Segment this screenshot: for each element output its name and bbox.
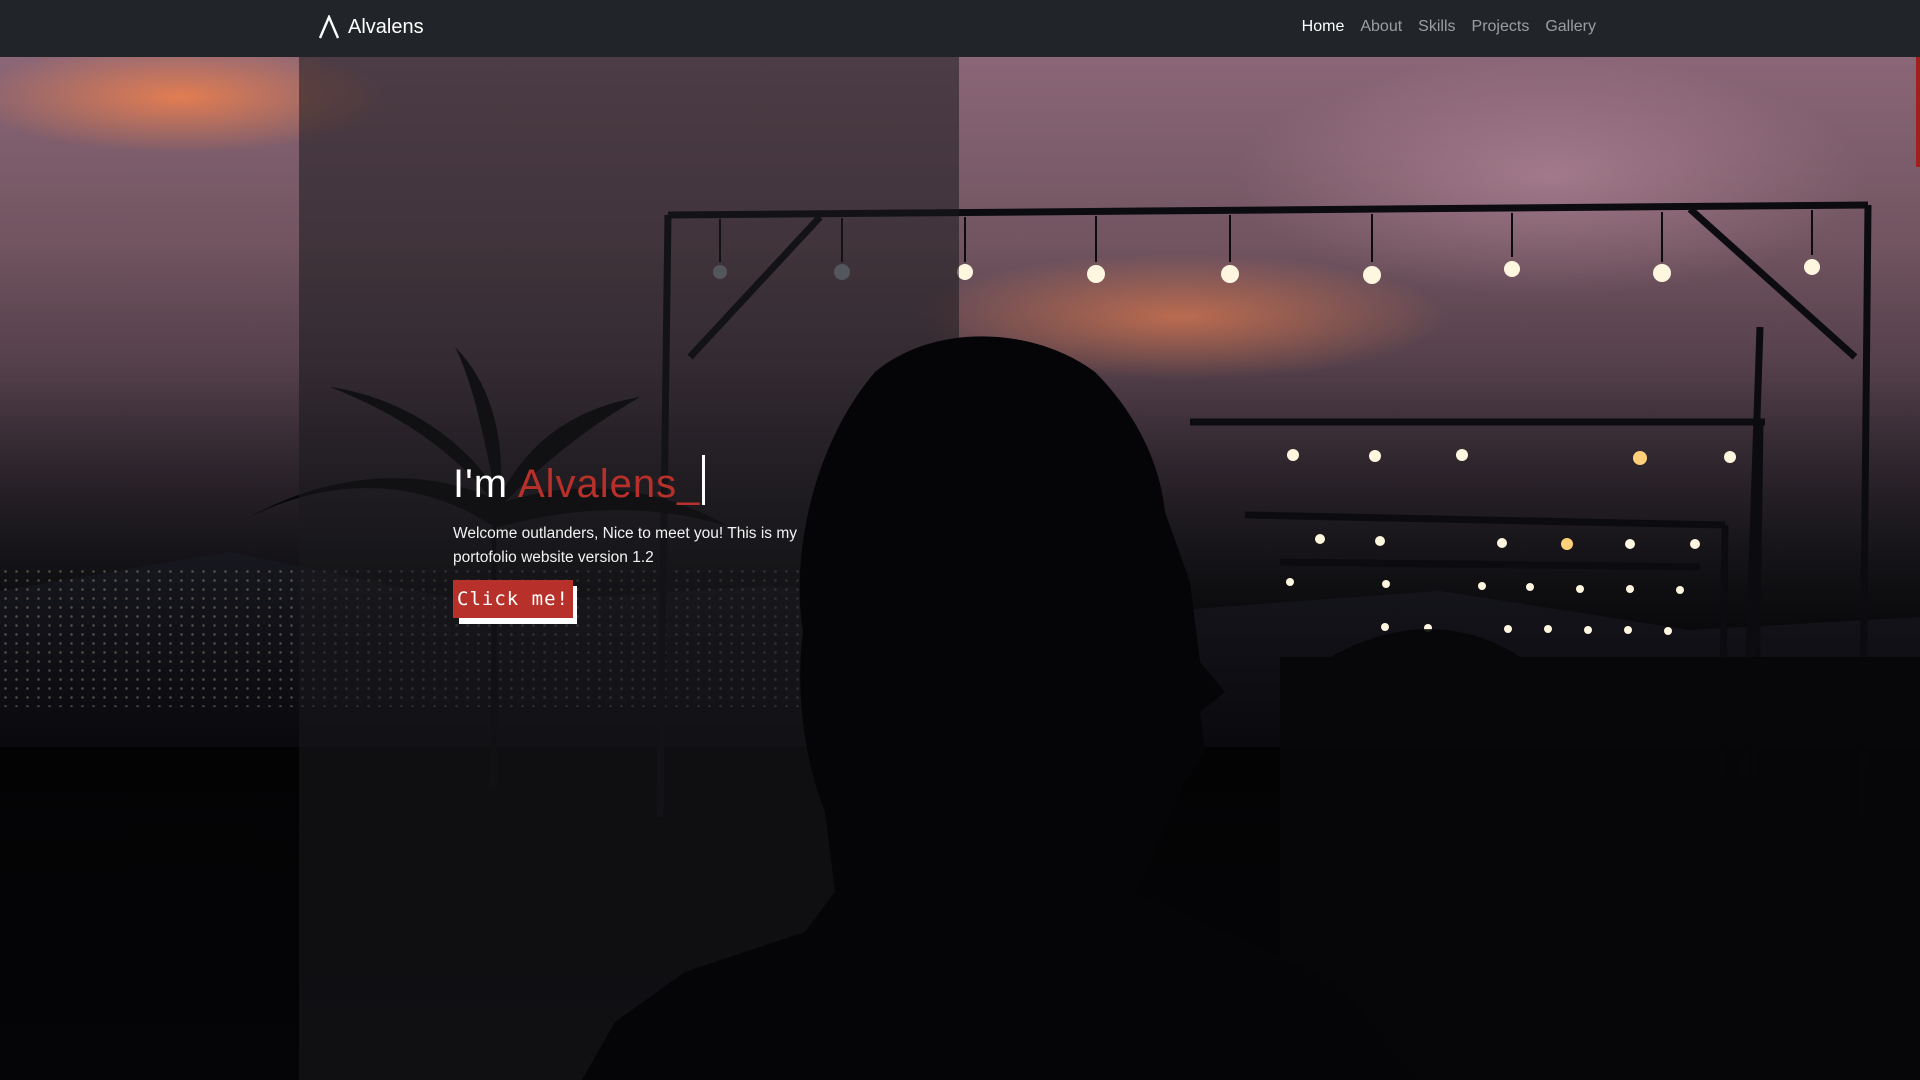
hero-section: I'm Alvalens_ Welcome outlanders, Nice t… [0,57,1920,1080]
lambda-logo-icon [318,15,340,39]
brand-name: Alvalens [348,15,424,38]
cta-wrapper: Click me! [453,580,577,624]
nav-link-gallery[interactable]: Gallery [1545,18,1596,36]
nav-link-home[interactable]: Home [1302,18,1345,36]
hero-description: Welcome outlanders, Nice to meet you! Th… [453,525,798,566]
hero-name: Alvalens_ [517,462,701,506]
nav-link-about[interactable]: About [1360,18,1402,36]
hero-content: I'm Alvalens_ Welcome outlanders, Nice t… [453,455,813,624]
scrollbar-thumb[interactable] [1916,57,1920,167]
hero-greeting: I'm [453,462,509,506]
nav-link-skills[interactable]: Skills [1418,18,1455,36]
nav-links: Home About Skills Projects Gallery [1302,18,1596,36]
typing-caret [702,455,706,505]
person-silhouette [581,336,1425,1080]
click-me-button[interactable]: Click me! [453,580,573,618]
top-navbar: Alvalens Home About Skills Projects Gall… [0,0,1920,57]
hero-title: I'm Alvalens_ [453,455,813,508]
brand-link[interactable]: Alvalens [318,15,424,39]
nav-link-projects[interactable]: Projects [1472,18,1530,36]
